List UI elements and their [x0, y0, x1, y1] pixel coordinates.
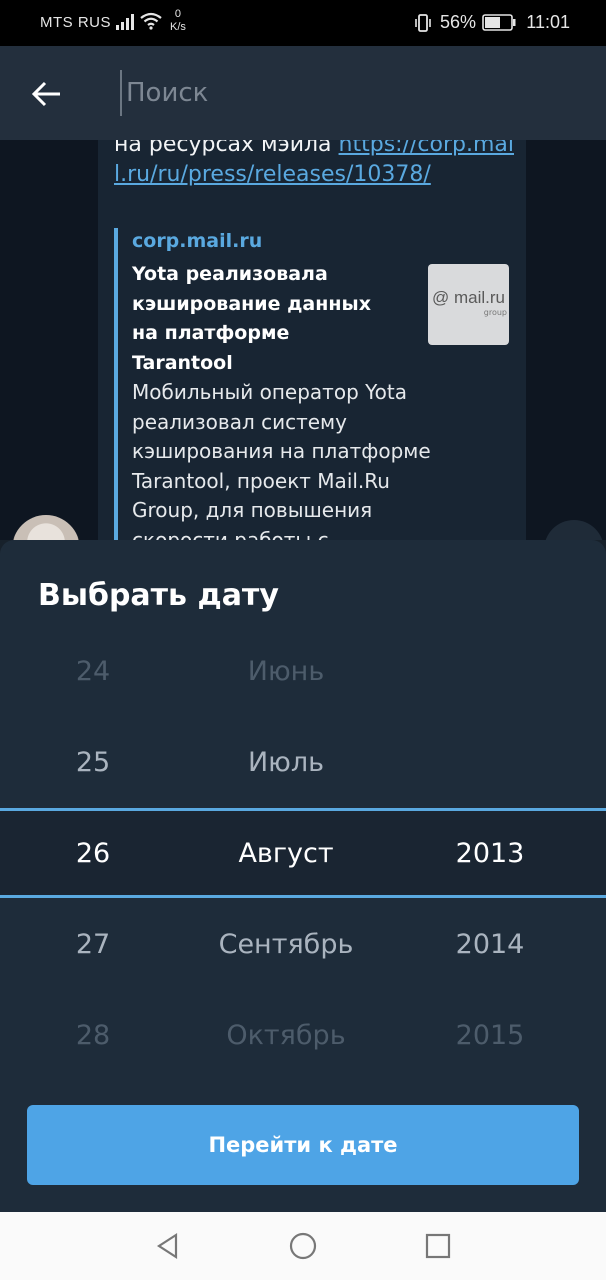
go-to-date-button[interactable]: Перейти к дате [27, 1105, 579, 1185]
network-speed-value: 0 [174, 8, 182, 20]
picker-row[interactable]: 24 Июнь [0, 626, 606, 716]
signal-icon [116, 14, 134, 30]
date-picker-sheet: Выбрать дату 24 Июнь 25 Июль 26 Август 2… [0, 540, 606, 1212]
network-speed-unit: K/s [170, 21, 186, 33]
status-bar: MTS RUS 0 K/s 56% 11:01 [0, 0, 606, 46]
message-text-before-link: на ресурсах мэйла [114, 140, 339, 157]
chat-area: на ресурсах мэйла https://corp.mail.ru/r… [0, 140, 606, 540]
search-input[interactable] [120, 70, 566, 116]
picker-year[interactable]: 2014 [430, 899, 550, 989]
mail-ru-logo: @ mail.ru [432, 288, 505, 307]
system-nav-bar [0, 1212, 606, 1280]
picker-month[interactable]: Июль [170, 717, 402, 807]
carrier-name: MTS RUS [40, 14, 111, 31]
link-preview[interactable]: corp.mail.ru Yota реализовала кэшировани… [114, 228, 518, 540]
arrow-left-icon[interactable] [26, 74, 66, 114]
picker-day[interactable]: 28 [50, 990, 136, 1080]
picker-month-selected[interactable]: Август [170, 811, 402, 895]
preview-description: Мобильный оператор Yota реализовал систе… [132, 380, 431, 540]
picker-month[interactable]: Июнь [170, 626, 402, 716]
clock: 11:01 [526, 12, 570, 32]
picker-row-selected[interactable]: 26 Август 2013 [0, 808, 606, 898]
battery-percent: 56% [440, 12, 477, 32]
picker-year[interactable] [430, 626, 550, 716]
picker-row[interactable]: 27 Сентябрь 2014 [0, 899, 606, 989]
circle-home-icon[interactable] [287, 1230, 319, 1262]
message-text: на ресурсах мэйла https://corp.mail.ru/r… [114, 140, 514, 190]
battery-icon [482, 14, 516, 31]
mail-ru-logo-sub: group [483, 308, 507, 317]
preview-title: Yota реализовала кэширование данных на п… [132, 263, 371, 374]
picker-row[interactable]: 28 Октябрь 2015 [0, 990, 606, 1080]
picker-day-selected[interactable]: 26 [50, 811, 136, 895]
scroll-down-button[interactable] [544, 520, 604, 540]
triangle-back-icon[interactable] [152, 1230, 184, 1262]
message-bubble: на ресурсах мэйла https://corp.mail.ru/r… [98, 140, 526, 540]
picker-day[interactable]: 25 [50, 717, 136, 807]
preview-thumbnail: @ mail.ru group [428, 264, 509, 345]
picker-year-selected[interactable]: 2013 [430, 811, 550, 895]
picker-month[interactable]: Сентябрь [170, 899, 402, 989]
picker-year[interactable] [430, 717, 550, 807]
picker-day[interactable]: 24 [50, 626, 136, 716]
search-toolbar [0, 46, 606, 140]
picker-row[interactable]: 25 Июль [0, 717, 606, 807]
picker-year[interactable]: 2015 [430, 990, 550, 1080]
avatar[interactable] [12, 515, 80, 540]
wifi-icon [140, 12, 162, 30]
preview-site: corp.mail.ru [132, 230, 263, 252]
picker-day[interactable]: 27 [50, 899, 136, 989]
square-recents-icon[interactable] [422, 1230, 454, 1262]
vibrate-icon [415, 14, 431, 32]
picker-month[interactable]: Октябрь [170, 990, 402, 1080]
network-speed: 0 K/s [170, 8, 186, 34]
sheet-title: Выбрать дату [38, 578, 279, 613]
